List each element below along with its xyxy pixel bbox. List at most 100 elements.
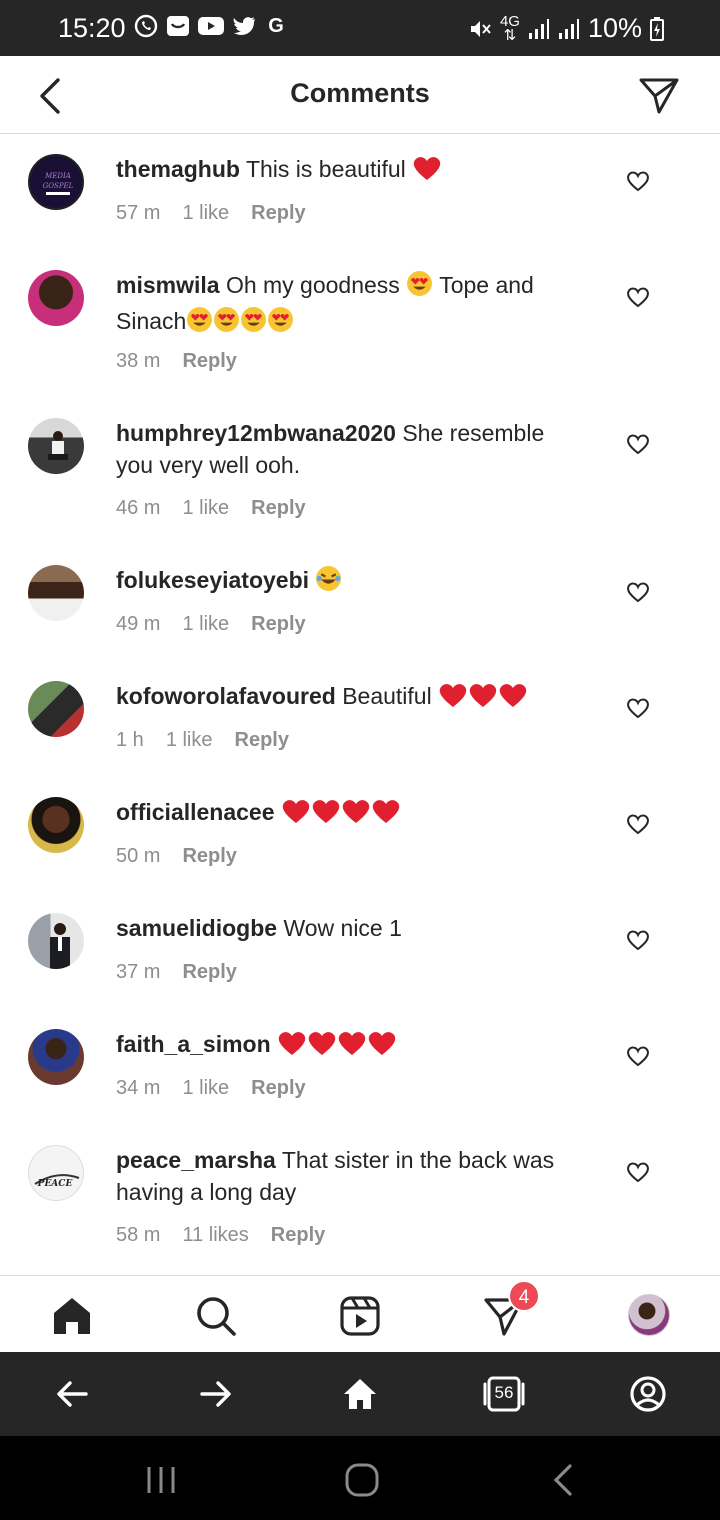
home-icon[interactable] [340,1374,380,1414]
red-heart-emoji [412,155,442,189]
like-heart-icon[interactable] [626,285,650,309]
back-arrow-icon[interactable] [52,1374,92,1414]
reply-button[interactable]: Reply [235,729,289,752]
home-icon[interactable] [50,1294,94,1338]
tabs-button[interactable]: 56 [483,1374,525,1414]
heart-eyes-emoji [186,306,213,341]
back-chevron-icon[interactable] [546,1462,582,1498]
battery-charging-icon [650,16,664,41]
forward-arrow-icon[interactable] [196,1374,236,1414]
status-time: 15:20 [58,13,126,43]
comment-time: 58 m [116,1224,161,1246]
like-heart-icon[interactable] [626,169,650,193]
notification-badge: 4 [508,1280,540,1312]
comment-body: faith_a_simon [116,1028,586,1064]
youtube-icon [198,17,224,35]
comment-username[interactable]: officiallenacee [116,799,275,825]
account-icon[interactable] [628,1374,668,1414]
comment-username[interactable]: themaghub [116,156,240,182]
reply-button[interactable]: Reply [271,1224,325,1247]
comment-time: 34 m [116,1077,161,1099]
comment-meta: 50 m Reply [116,845,237,868]
red-heart-emoji [311,798,341,832]
comment-username[interactable]: folukeseyiatoyebi [116,567,309,593]
system-nav-bar [0,1436,720,1520]
comment-time: 57 m [116,202,161,224]
like-heart-icon[interactable] [626,432,650,456]
comment-username[interactable]: humphrey12mbwana2020 [116,420,396,446]
avatar[interactable] [28,681,84,737]
comment-likes[interactable]: 1 like [182,497,229,520]
comment-body: samuelidiogbe Wow nice 1 [116,912,586,944]
comment-username[interactable]: faith_a_simon [116,1031,271,1057]
avatar[interactable] [28,270,84,326]
reply-button[interactable]: Reply [182,845,236,868]
like-heart-icon[interactable] [626,928,650,952]
notification-icons: G [134,14,288,38]
svg-text:PEACE: PEACE [37,1179,73,1189]
profile-avatar[interactable] [628,1294,670,1336]
comment-username[interactable]: mismwila [116,272,220,298]
comment-likes[interactable]: 1 like [182,202,229,225]
avatar[interactable] [28,565,84,621]
reels-icon[interactable] [338,1294,382,1338]
reply-button[interactable]: Reply [251,613,305,636]
like-heart-icon[interactable] [626,1160,650,1184]
home-pill-icon[interactable] [344,1462,380,1498]
comment-meta: 49 m 1 like Reply [116,613,306,636]
like-heart-icon[interactable] [626,696,650,720]
comment-likes[interactable]: 1 like [182,613,229,636]
reply-button[interactable]: Reply [182,350,236,373]
heart-eyes-emoji [267,306,294,341]
comment-body: officiallenacee [116,796,586,832]
avatar[interactable]: PEACE [28,1145,84,1201]
comment-body: mismwila Oh my goodness Tope and Sinach [116,269,586,341]
red-heart-emoji [307,1030,337,1064]
share-send-icon[interactable] [638,74,680,116]
bottom-nav: 4 [0,1275,720,1352]
like-heart-icon[interactable] [626,812,650,836]
avatar[interactable] [28,1029,84,1085]
comment-likes[interactable]: 1 like [182,1077,229,1100]
system-status: 4G ⇅ 10% [468,13,664,44]
red-heart-emoji [498,682,528,716]
avatar-figure [48,431,68,460]
reply-button[interactable]: Reply [182,961,236,984]
avatar[interactable]: MEDIA GOSPEL [28,154,84,210]
comment-meta: 38 m Reply [116,350,237,373]
tears-of-joy-emoji [315,565,342,600]
comment-time: 46 m [116,497,161,519]
avatar[interactable] [28,797,84,853]
comment-meta: 1 h 1 like Reply [116,729,289,752]
avatar[interactable] [28,418,84,474]
comment-username[interactable]: samuelidiogbe [116,915,277,941]
recents-icon[interactable] [143,1462,179,1498]
avatar[interactable] [28,913,84,969]
comment-username[interactable]: peace_marsha [116,1147,276,1173]
search-icon[interactable] [194,1294,238,1338]
svg-text:GOSPEL: GOSPEL [43,182,74,190]
reply-button[interactable]: Reply [251,202,305,225]
like-heart-icon[interactable] [626,1044,650,1068]
comment-meta: 57 m 1 like Reply [116,202,306,225]
comment-likes[interactable]: 1 like [166,729,213,752]
peace-logo: PEACE [34,1174,80,1189]
comment-time: 1 h [116,729,144,751]
message-icon [167,16,189,36]
red-heart-emoji [341,798,371,832]
twitter-icon [233,17,255,35]
comment-meta: 34 m 1 like Reply [116,1077,306,1100]
reply-button[interactable]: Reply [251,497,305,520]
comment-body: kofoworolafavoured Beautiful [116,680,586,716]
comment-body: humphrey12mbwana2020 She resemble you ve… [116,417,586,481]
google-icon: G [268,14,284,37]
page-title: Comments [290,78,430,108]
signal-icon [558,18,579,39]
red-heart-emoji [438,682,468,716]
like-heart-icon[interactable] [626,580,650,604]
direct-nav-item[interactable]: 4 [482,1280,540,1338]
comment-time: 49 m [116,613,161,635]
reply-button[interactable]: Reply [251,1077,305,1100]
comment-username[interactable]: kofoworolafavoured [116,683,336,709]
comment-likes[interactable]: 11 likes [182,1224,248,1247]
